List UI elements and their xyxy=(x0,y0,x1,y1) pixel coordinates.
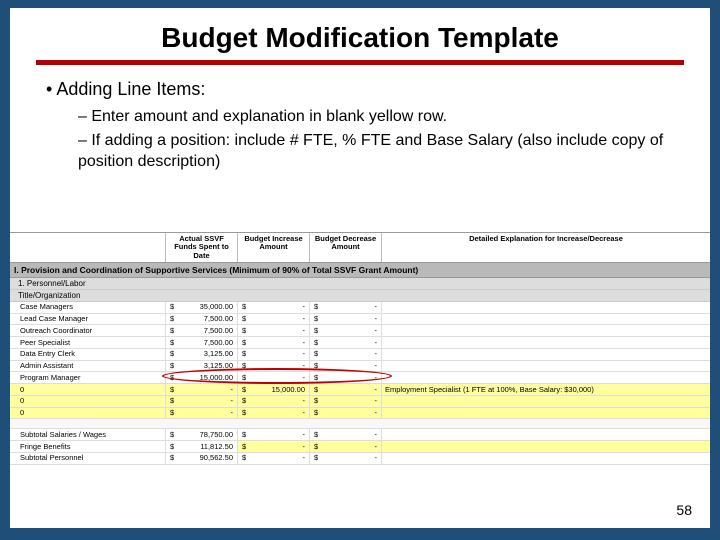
cell: $7,500.00 xyxy=(166,325,238,336)
row-explanation xyxy=(382,349,710,360)
cell: $7,500.00 xyxy=(166,337,238,348)
header-blank xyxy=(10,233,166,262)
table-row: Data Entry Clerk$3,125.00$-$- xyxy=(10,349,710,361)
cell: $- xyxy=(238,361,310,372)
header-increase: Budget Increase Amount xyxy=(238,233,310,262)
subtotal-salaries-row: Subtotal Salaries / Wages $78,750.00 $- … xyxy=(10,429,710,441)
cell: $- xyxy=(310,325,382,336)
table-row: Program Manager$15,000.00$-$- xyxy=(10,372,710,384)
row-label: Case Managers xyxy=(10,302,166,313)
row-label: 0 xyxy=(10,396,166,407)
subtotal-personnel-row: Subtotal Personnel $90,562.50 $- $- xyxy=(10,453,710,465)
row-label: 0 xyxy=(10,408,166,419)
cell: $- xyxy=(310,314,382,325)
subtotal-personnel-label: Subtotal Personnel xyxy=(10,453,166,464)
row-explanation xyxy=(382,337,710,348)
row-explanation xyxy=(382,396,710,407)
column-headers: Actual SSVF Funds Spent to Date Budget I… xyxy=(10,232,710,263)
subtotal-c: $- xyxy=(310,429,382,440)
cell: $- xyxy=(166,396,238,407)
row-label: Lead Case Manager xyxy=(10,314,166,325)
cell: $- xyxy=(310,337,382,348)
cell: $- xyxy=(238,337,310,348)
cell: $- xyxy=(238,408,310,419)
table-row: Outreach Coordinator$7,500.00$-$- xyxy=(10,325,710,337)
cell: $- xyxy=(238,349,310,360)
row-label: Admin Assistant xyxy=(10,361,166,372)
cell: $- xyxy=(238,396,310,407)
row-explanation xyxy=(382,408,710,419)
row-label: Outreach Coordinator xyxy=(10,325,166,336)
cell: $3,125.00 xyxy=(166,349,238,360)
subtotalp-a: $90,562.50 xyxy=(166,453,238,464)
bullet-level2-b: If adding a position: include # FTE, % F… xyxy=(78,130,674,173)
row-label: Peer Specialist xyxy=(10,337,166,348)
table-row-yellow: 0$-$-$- xyxy=(10,408,710,420)
row-explanation: Employment Specialist (1 FTE at 100%, Ba… xyxy=(382,384,710,395)
fringe-c: $- xyxy=(310,441,382,452)
spreadsheet: Actual SSVF Funds Spent to Date Budget I… xyxy=(10,232,710,465)
header-actual: Actual SSVF Funds Spent to Date xyxy=(166,233,238,262)
cell: $- xyxy=(310,408,382,419)
cell: $3,125.00 xyxy=(166,361,238,372)
bullet-level1: Adding Line Items: xyxy=(46,79,674,100)
subtotalp-c: $- xyxy=(310,453,382,464)
row-explanation xyxy=(382,372,710,383)
bullet-list: Adding Line Items: Enter amount and expl… xyxy=(10,79,710,173)
fringe-label: Fringe Benefits xyxy=(10,441,166,452)
group-personnel: 1. Personnel/Labor xyxy=(10,278,710,290)
row-label: Data Entry Clerk xyxy=(10,349,166,360)
cell: $15,000.00 xyxy=(238,384,310,395)
cell: $7,500.00 xyxy=(166,314,238,325)
row-explanation xyxy=(382,302,710,313)
header-explanation: Detailed Explanation for Increase/Decrea… xyxy=(382,233,710,262)
row-explanation xyxy=(382,361,710,372)
fringe-a: $11,812.50 xyxy=(166,441,238,452)
cell: $- xyxy=(310,361,382,372)
table-row: Case Managers$35,000.00$-$- xyxy=(10,302,710,314)
cell: $35,000.00 xyxy=(166,302,238,313)
fringe-b: $- xyxy=(238,441,310,452)
cell: $- xyxy=(238,302,310,313)
cell: $- xyxy=(310,349,382,360)
fringe-row: Fringe Benefits $11,812.50 $- $- xyxy=(10,441,710,453)
title-underline xyxy=(36,60,684,65)
slide-title: Budget Modification Template xyxy=(10,8,710,60)
table-row-yellow: 0$-$15,000.00$-Employment Specialist (1 … xyxy=(10,384,710,396)
subtotal-label: Subtotal Salaries / Wages xyxy=(10,429,166,440)
cell: $- xyxy=(238,372,310,383)
section-header: I. Provision and Coordination of Support… xyxy=(10,263,710,278)
table-row: Lead Case Manager$7,500.00$-$- xyxy=(10,314,710,326)
bullet-level2-a: Enter amount and explanation in blank ye… xyxy=(78,106,674,128)
subtotal-b: $- xyxy=(238,429,310,440)
table-row: Admin Assistant$3,125.00$-$- xyxy=(10,361,710,373)
cell: $- xyxy=(166,384,238,395)
row-explanation xyxy=(382,325,710,336)
header-decrease: Budget Decrease Amount xyxy=(310,233,382,262)
cell: $- xyxy=(166,408,238,419)
subtotal-a: $78,750.00 xyxy=(166,429,238,440)
cell: $15,000.00 xyxy=(166,372,238,383)
cell: $- xyxy=(238,325,310,336)
cell: $- xyxy=(310,372,382,383)
subtotalp-b: $- xyxy=(238,453,310,464)
page-number: 58 xyxy=(676,502,692,518)
blank-row xyxy=(10,419,710,429)
row-label: Program Manager xyxy=(10,372,166,383)
table-row-yellow: 0$-$-$- xyxy=(10,396,710,408)
cell: $- xyxy=(310,396,382,407)
table-row: Peer Specialist$7,500.00$-$- xyxy=(10,337,710,349)
row-explanation xyxy=(382,314,710,325)
slide: Budget Modification Template Adding Line… xyxy=(10,8,710,528)
group-title-org: Title/Organization xyxy=(10,290,710,302)
cell: $- xyxy=(238,314,310,325)
cell: $- xyxy=(310,302,382,313)
cell: $- xyxy=(310,384,382,395)
row-label: 0 xyxy=(10,384,166,395)
